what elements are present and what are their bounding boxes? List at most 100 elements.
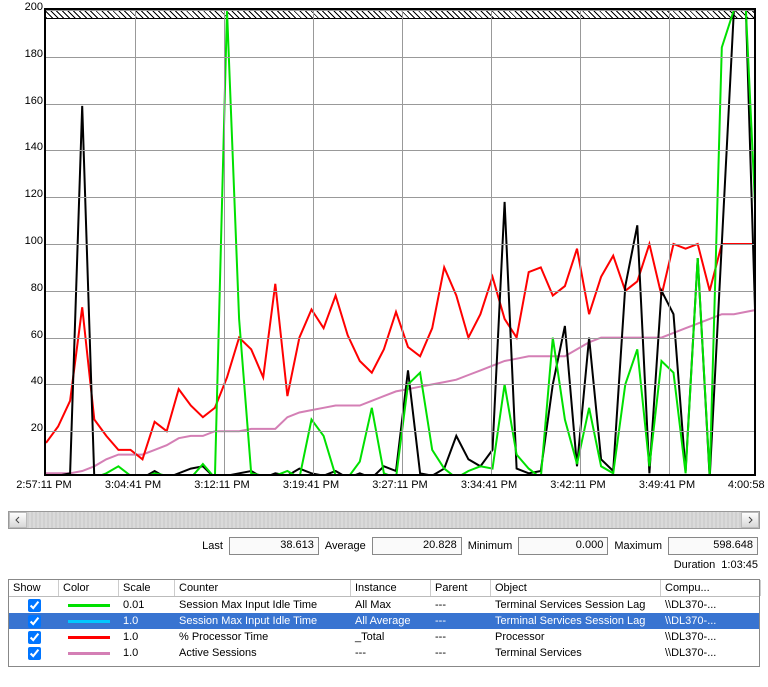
legend-header-scale[interactable]: Scale [119, 580, 175, 596]
x-tick-label: 3:12:11 PM [182, 479, 262, 491]
grid-line-v [669, 10, 670, 474]
legend-show-cell[interactable] [9, 599, 59, 612]
y-tick-label: 200 [13, 1, 43, 13]
grid-line-v [491, 10, 492, 474]
chart-stats-row2: Duration 1:03:45 [4, 557, 764, 573]
legend-header-computer[interactable]: Compu... [661, 580, 761, 596]
legend-header-parent[interactable]: Parent [431, 580, 491, 596]
grid-line-h [46, 244, 754, 245]
legend-counter-cell: Active Sessions [175, 647, 351, 659]
x-tick-label: 3:42:11 PM [538, 479, 618, 491]
color-swatch [68, 620, 110, 623]
legend-scale-cell: 1.0 [119, 647, 175, 659]
legend-object-cell: Processor [491, 631, 661, 643]
legend-instance-cell: All Max [351, 599, 431, 611]
legend-counter-cell: Session Max Input Idle Time [175, 615, 351, 627]
grid-line-h [46, 10, 754, 11]
plot-region[interactable] [44, 8, 756, 476]
x-tick-label: 3:49:41 PM [627, 479, 707, 491]
legend-color-cell [59, 620, 119, 623]
scroll-left-button[interactable] [9, 512, 27, 528]
grid-line-v [402, 10, 403, 474]
legend-parent-cell: --- [431, 599, 491, 611]
chevron-left-icon [14, 516, 22, 524]
stat-max-label: Maximum [614, 540, 662, 552]
legend-scale-cell: 1.0 [119, 615, 175, 627]
legend-header-show[interactable]: Show [9, 580, 59, 596]
legend-counter-cell: % Processor Time [175, 631, 351, 643]
legend-instance-cell: --- [351, 647, 431, 659]
scroll-thumb[interactable] [27, 512, 741, 528]
x-tick-label: 3:19:41 PM [271, 479, 351, 491]
x-tick-label: 3:34:41 PM [449, 479, 529, 491]
legend-counter-cell: Session Max Input Idle Time [175, 599, 351, 611]
legend-row[interactable]: 1.0Active Sessions------Terminal Service… [9, 645, 759, 661]
counter-legend-table[interactable]: Show Color Scale Counter Instance Parent… [8, 579, 760, 667]
legend-color-cell [59, 604, 119, 607]
x-tick-label: 3:04:41 PM [93, 479, 173, 491]
chevron-right-icon [746, 516, 754, 524]
grid-line-h [46, 431, 754, 432]
y-tick-label: 80 [13, 282, 43, 294]
x-tick-label: 3:27:11 PM [360, 479, 440, 491]
stat-min-label: Minimum [468, 540, 513, 552]
legend-show-cell[interactable] [9, 631, 59, 644]
show-checkbox[interactable] [28, 615, 41, 628]
legend-color-cell [59, 652, 119, 655]
performance-chart: 204060801001201401601802002:57:11 PM3:04… [4, 4, 762, 499]
legend-parent-cell: --- [431, 647, 491, 659]
legend-show-cell[interactable] [9, 647, 59, 660]
grid-line-h [46, 197, 754, 198]
legend-header-instance[interactable]: Instance [351, 580, 431, 596]
x-tick-label: 2:57:11 PM [4, 479, 84, 491]
legend-row[interactable]: 1.0% Processor Time_Total---Processor\\D… [9, 629, 759, 645]
legend-show-cell[interactable] [9, 615, 59, 628]
y-tick-label: 140 [13, 141, 43, 153]
legend-row[interactable]: 1.0Session Max Input Idle TimeAll Averag… [9, 613, 759, 629]
y-tick-label: 100 [13, 235, 43, 247]
legend-header-counter[interactable]: Counter [175, 580, 351, 596]
grid-line-h [46, 338, 754, 339]
y-tick-label: 60 [13, 329, 43, 341]
y-tick-label: 160 [13, 95, 43, 107]
plot-svg [46, 10, 756, 476]
stat-avg-label: Average [325, 540, 366, 552]
y-tick-label: 40 [13, 375, 43, 387]
stat-dur-value: 1:03:45 [721, 559, 758, 571]
stat-max-value: 598.648 [668, 537, 758, 555]
legend-computer-cell: \\DL370-... [661, 647, 761, 659]
legend-computer-cell: \\DL370-... [661, 599, 761, 611]
grid-line-h [46, 150, 754, 151]
legend-object-cell: Terminal Services [491, 647, 661, 659]
y-tick-label: 20 [13, 422, 43, 434]
stat-last-value: 38.613 [229, 537, 319, 555]
grid-line-v [313, 10, 314, 474]
grid-line-h [46, 57, 754, 58]
legend-computer-cell: \\DL370-... [661, 631, 761, 643]
grid-line-v [224, 10, 225, 474]
x-tick-label: 4:00:58 PM [716, 479, 768, 491]
legend-header-color[interactable]: Color [59, 580, 119, 596]
time-scrollbar[interactable] [8, 511, 760, 529]
legend-header-row: Show Color Scale Counter Instance Parent… [9, 580, 759, 597]
grid-line-v [135, 10, 136, 474]
legend-computer-cell: \\DL370-... [661, 615, 761, 627]
legend-row[interactable]: 0.01Session Max Input Idle TimeAll Max--… [9, 597, 759, 613]
legend-parent-cell: --- [431, 615, 491, 627]
legend-object-cell: Terminal Services Session Lag [491, 615, 661, 627]
show-checkbox[interactable] [28, 647, 41, 660]
grid-line-v [580, 10, 581, 474]
stat-last-label: Last [202, 540, 223, 552]
grid-line-h [46, 104, 754, 105]
color-swatch [68, 636, 110, 639]
scroll-right-button[interactable] [741, 512, 759, 528]
chart-stats-row: Last 38.613 Average 20.828 Minimum 0.000… [4, 535, 764, 557]
legend-header-object[interactable]: Object [491, 580, 661, 596]
grid-line-h [46, 384, 754, 385]
legend-object-cell: Terminal Services Session Lag [491, 599, 661, 611]
y-tick-label: 180 [13, 48, 43, 60]
show-checkbox[interactable] [28, 599, 41, 612]
legend-color-cell [59, 636, 119, 639]
show-checkbox[interactable] [28, 631, 41, 644]
legend-instance-cell: All Average [351, 615, 431, 627]
